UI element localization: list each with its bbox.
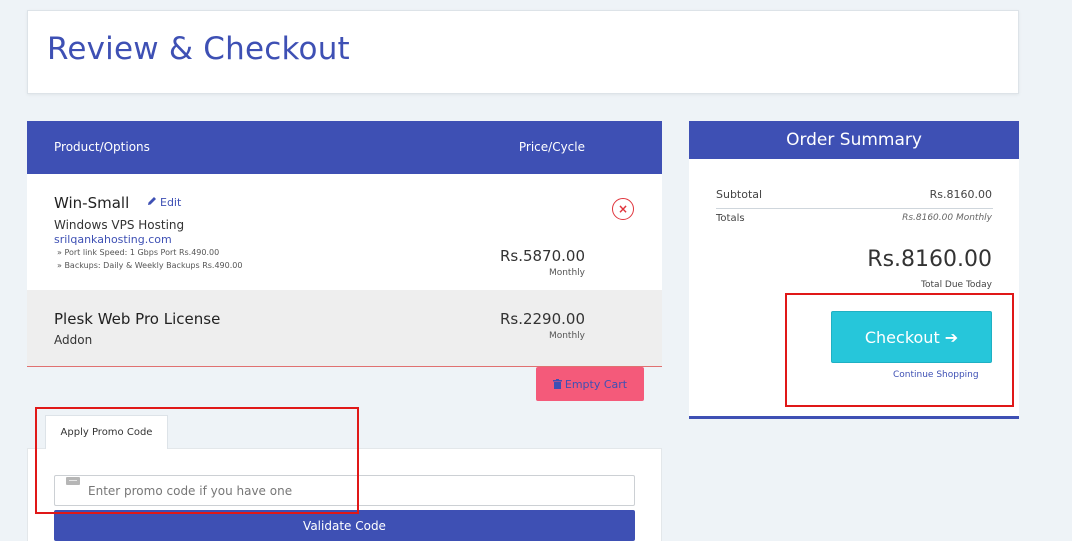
promo-code-input[interactable]: Enter promo code if you have one <box>54 475 635 506</box>
column-product-header: Product/Options <box>54 140 150 154</box>
trash-icon <box>552 379 562 389</box>
pencil-icon <box>148 197 156 205</box>
subtotal-label: Subtotal <box>716 188 763 201</box>
product-group: Windows VPS Hosting <box>54 218 185 232</box>
validate-code-button[interactable]: Validate Code <box>54 510 635 541</box>
product-option: » Port link Speed: 1 Gbps Port Rs.490.00 <box>57 248 220 257</box>
edit-label: Edit <box>160 196 182 209</box>
cart-item-row: Plesk Web Pro License Addon Rs.2290.00 M… <box>27 290 662 367</box>
subtotal-value: Rs.8160.00 <box>929 188 992 201</box>
edit-link[interactable]: Edit <box>147 196 181 209</box>
total-due-label: Total Due Today <box>921 280 992 290</box>
order-summary-title: Order Summary <box>689 121 1019 159</box>
summary-divider <box>716 208 993 209</box>
promo-code-placeholder: Enter promo code if you have one <box>88 484 293 498</box>
order-summary: Order Summary Subtotal Rs.8160.00 Totals… <box>689 121 1019 419</box>
cart-item-row: Win-Small Edit Windows VPS Hosting srilq… <box>27 174 662 290</box>
product-name: Plesk Web Pro License <box>54 310 221 328</box>
column-price-header: Price/Cycle <box>518 140 585 154</box>
item-price: Rs.2290.00 <box>499 310 585 328</box>
arrow-right-icon: ➔ <box>944 327 959 347</box>
promo-tab-label: Apply Promo Code <box>60 427 153 438</box>
ticket-icon <box>66 477 80 485</box>
tab-apply-promo-code[interactable]: Apply Promo Code <box>45 415 168 449</box>
empty-cart-button[interactable]: Empty Cart <box>536 367 644 401</box>
remove-circle-icon: × <box>617 202 629 216</box>
totals-value: Rs.8160.00 Monthly <box>902 213 992 223</box>
item-cycle: Monthly <box>548 331 585 341</box>
item-price: Rs.5870.00 <box>499 247 585 265</box>
product-option: » Backups: Daily & Weekly Backups Rs.490… <box>57 261 243 270</box>
totals-label: Totals <box>716 213 745 224</box>
cart-header: Product/Options Price/Cycle <box>27 121 662 174</box>
total-due-amount: Rs.8160.00 <box>867 247 992 272</box>
checkout-button[interactable]: Checkout ➔ <box>831 311 992 363</box>
product-group: Addon <box>54 333 93 347</box>
remove-item-button[interactable]: × <box>612 198 634 220</box>
product-name: Win-Small <box>54 194 130 212</box>
page-header: Review & Checkout <box>27 10 1019 94</box>
product-domain: srilqankahosting.com <box>54 233 172 246</box>
validate-code-label: Validate Code <box>303 518 386 533</box>
page-title: Review & Checkout <box>47 31 350 67</box>
continue-shopping-link[interactable]: Continue Shopping <box>893 370 979 380</box>
cart-table: Product/Options Price/Cycle Win-Small Ed… <box>27 121 662 367</box>
item-cycle: Monthly <box>548 268 585 278</box>
empty-cart-label: Empty Cart <box>564 377 628 391</box>
checkout-label: Checkout <box>864 327 940 347</box>
